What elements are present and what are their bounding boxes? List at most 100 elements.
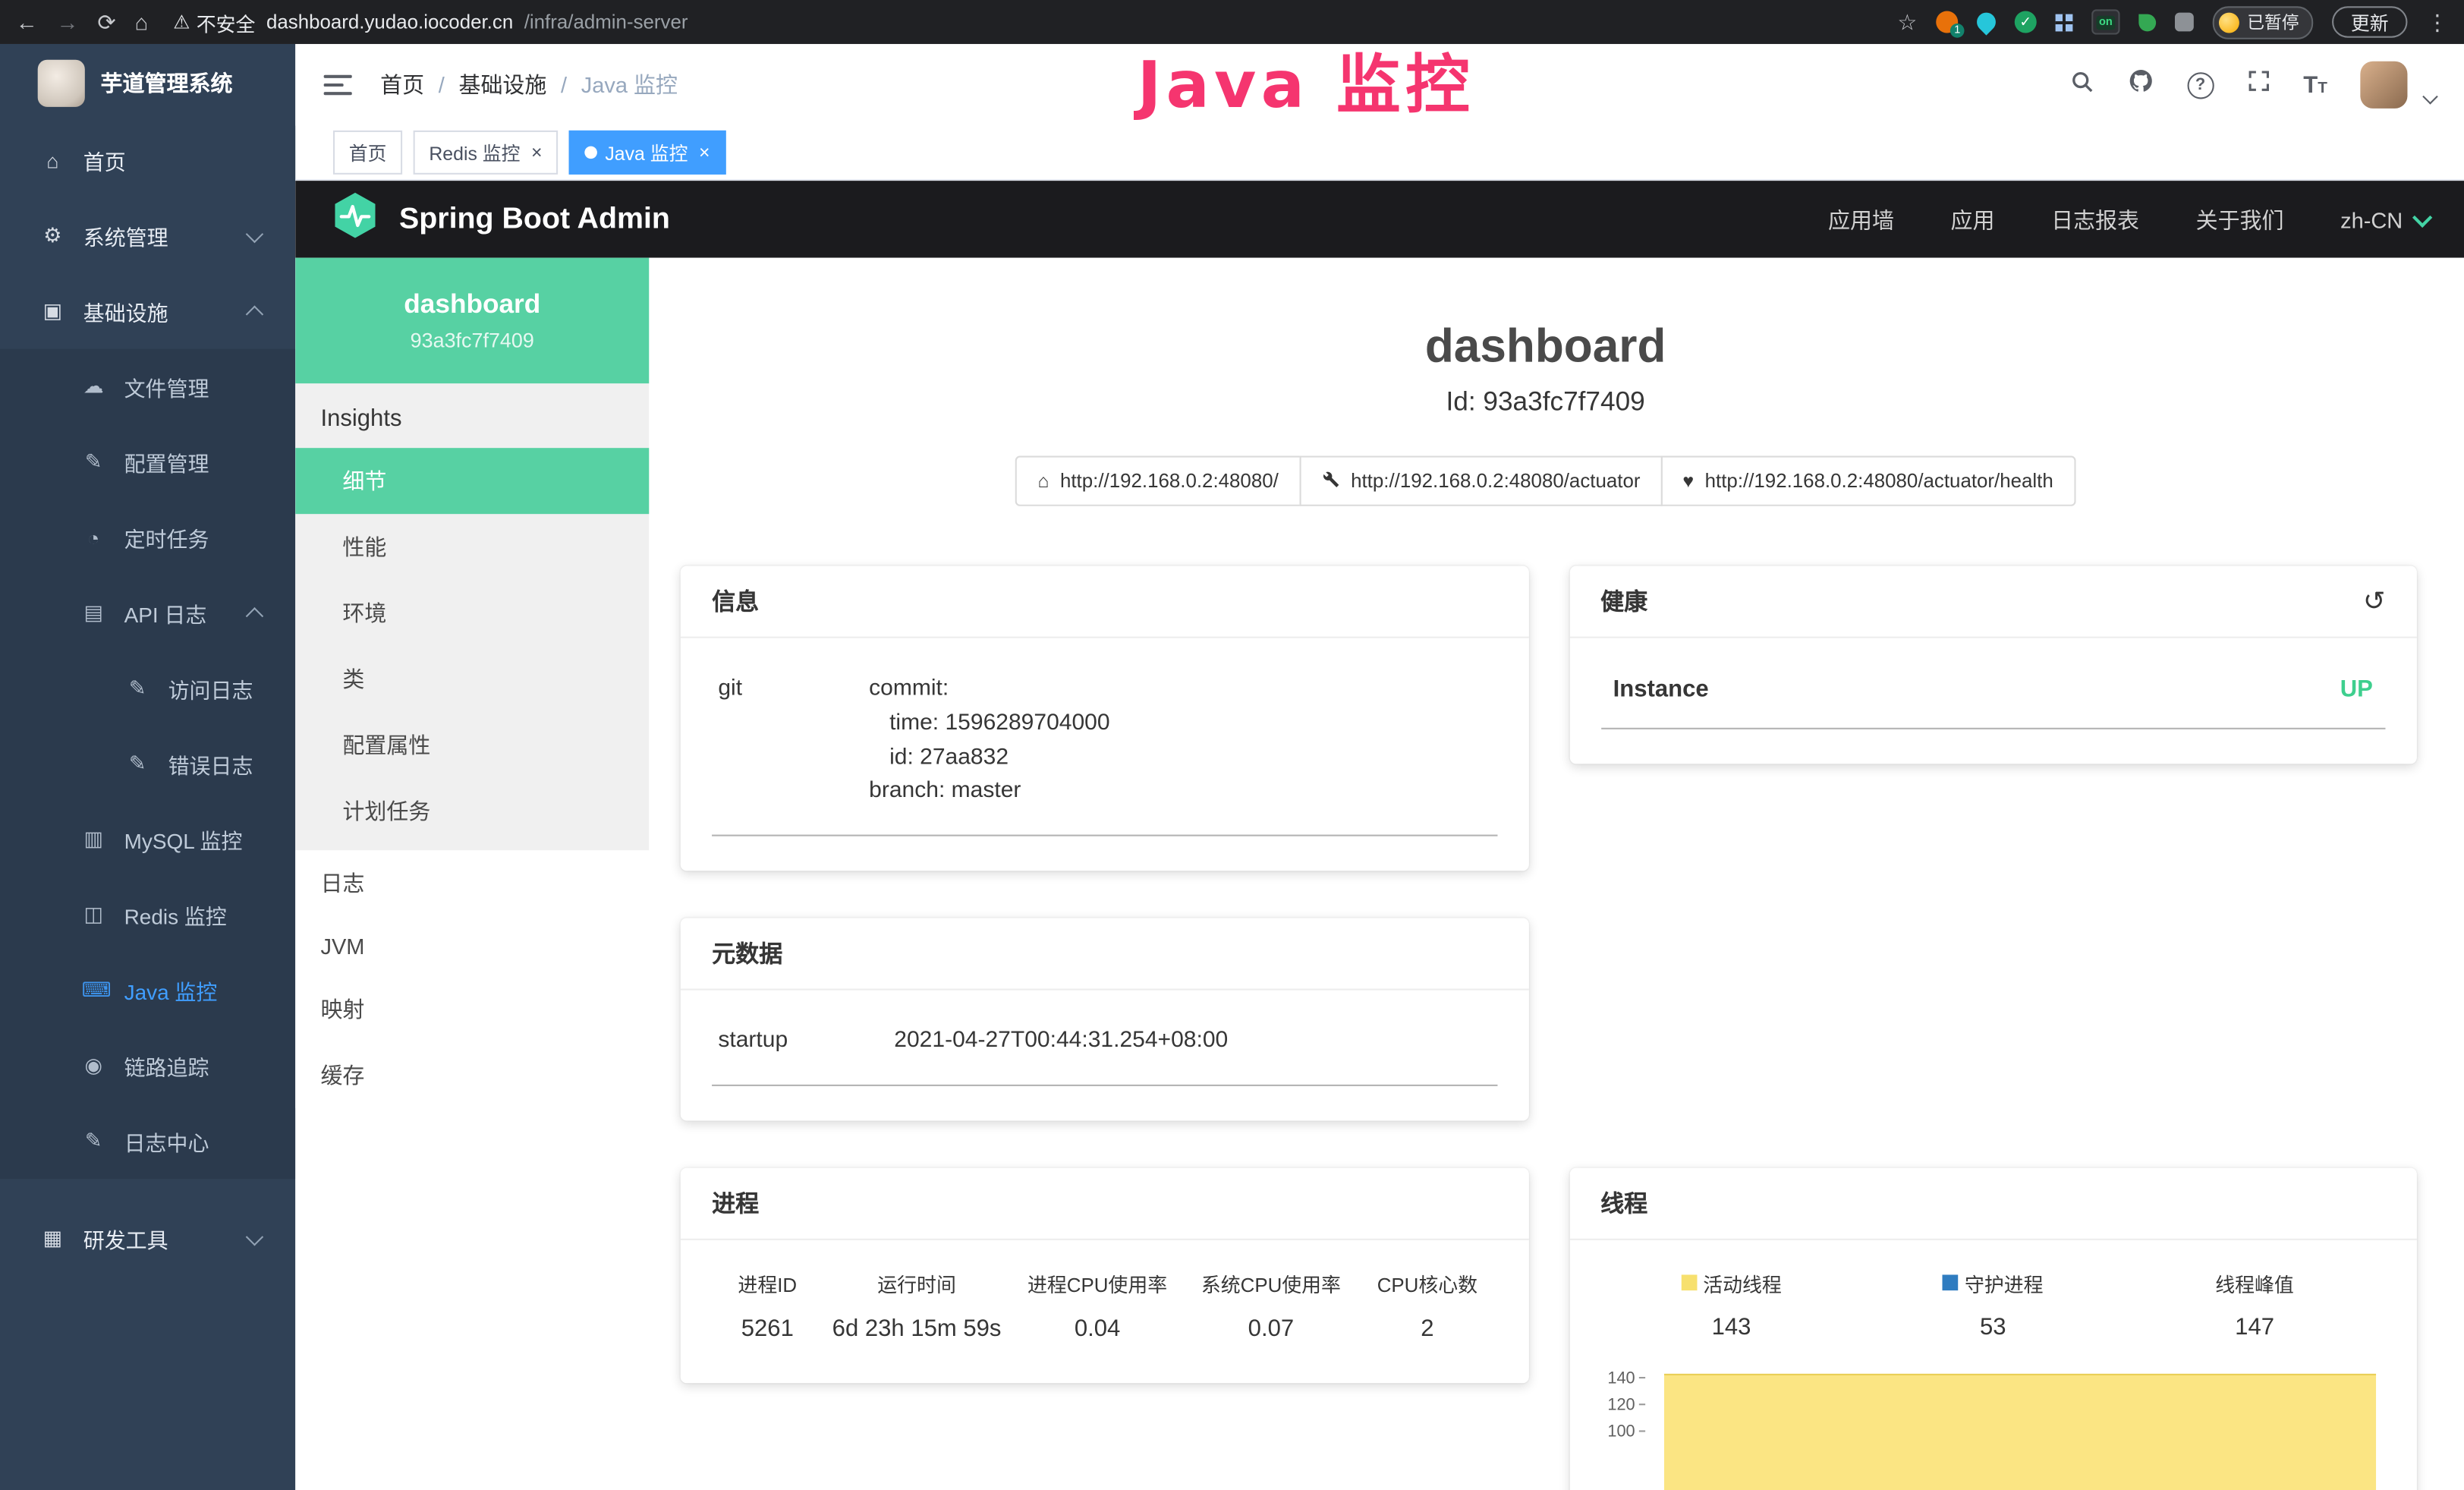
sba-menu-config-props[interactable]: 配置属性 [295, 712, 649, 778]
fullscreen-icon[interactable] [2247, 69, 2270, 100]
layers-icon: ◫ [82, 903, 105, 928]
metadata-key: startup [718, 1025, 894, 1059]
sba-nav-about[interactable]: 关于我们 [2196, 203, 2284, 235]
address-bar[interactable]: ⚠ 不安全 dashboard.yudao.iocoder.cn/infra/a… [173, 7, 688, 36]
back-icon[interactable]: ← [16, 11, 38, 33]
sidebar-toggle-icon[interactable] [324, 72, 352, 97]
legend-daemon-threads: 守护进程 53 [1862, 1268, 2124, 1340]
sidebar-submenu-infrastructure: ☁ 文件管理 ✎ 配置管理 ◔ 定时任务 ▤ API 日志 [0, 349, 295, 1179]
actuator-url-button[interactable]: http://192.168.0.2:48080/actuator [1299, 456, 1663, 506]
top-navbar: 首页 / 基础设施 / Java 监控 ? [295, 44, 2464, 126]
sidebar-item-redis-monitor[interactable]: ◫ Redis 监控 [0, 877, 295, 953]
page-title: dashboard [668, 320, 2423, 373]
reload-icon[interactable]: ⟳ [97, 11, 115, 33]
url-path: /infra/admin-server [524, 11, 688, 33]
sba-menu-jvm[interactable]: JVM [295, 916, 649, 976]
sidebar-item-tracing[interactable]: ◉ 链路追踪 [0, 1028, 295, 1103]
sidebar-item-access-logs[interactable]: ✎ 访问日志 [0, 650, 295, 726]
sba-nav-journal[interactable]: 日志报表 [2051, 203, 2139, 235]
help-icon[interactable]: ? [2187, 71, 2214, 98]
chrome-update-button[interactable]: 更新 [2332, 6, 2407, 37]
metadata-row-startup: startup 2021-04-27T00:44:31.254+08:00 [712, 1009, 1496, 1085]
bookmark-star-icon[interactable]: ☆ [1897, 11, 1917, 33]
tab-label: Java 监控 [605, 139, 688, 165]
forward-icon[interactable]: → [57, 11, 79, 33]
sidebar-item-infrastructure[interactable]: ▣ 基础设施 [0, 273, 295, 348]
sba-menu-performance[interactable]: 性能 [295, 514, 649, 580]
sidebar-item-label: Redis 监控 [124, 899, 227, 930]
warning-icon: ⚠ [173, 11, 190, 33]
sidebar-item-label: 研发工具 [83, 1223, 168, 1254]
sba-locale-select[interactable]: zh-CN [2340, 206, 2429, 232]
sba-menu-environment[interactable]: 环境 [295, 580, 649, 646]
breadcrumb-home[interactable]: 首页 [380, 69, 424, 100]
tab-java-monitor[interactable]: Java 监控 × [569, 131, 725, 175]
sidebar-item-scheduled-jobs[interactable]: ◔ 定时任务 [0, 500, 295, 575]
clock-icon: ◔ [82, 526, 105, 550]
tab-redis-monitor[interactable]: Redis 监控 × [414, 131, 559, 175]
service-url-button[interactable]: ⌂ http://192.168.0.2:48080/ [1015, 456, 1300, 506]
font-size-icon[interactable]: TT [2303, 73, 2327, 96]
link-label: http://192.168.0.2:48080/ [1060, 470, 1279, 492]
sidebar-item-config-mgmt[interactable]: ✎ 配置管理 [0, 424, 295, 499]
instance-links: ⌂ http://192.168.0.2:48080/ http://192.1… [668, 456, 2423, 506]
sidebar-item-dev-tools[interactable]: ▦ 研发工具 [0, 1201, 295, 1276]
sidebar-item-error-logs[interactable]: ✎ 错误日志 [0, 726, 295, 802]
sba-menu-classes[interactable]: 类 [295, 646, 649, 712]
sidebar-item-api-logs[interactable]: ▤ API 日志 [0, 575, 295, 650]
close-icon[interactable]: × [699, 141, 710, 163]
close-icon[interactable]: × [531, 141, 543, 163]
github-icon[interactable] [2127, 68, 2154, 102]
on-toggle-label: on [2096, 15, 2116, 30]
extension-icon-leaf[interactable] [2138, 14, 2156, 31]
tab-home[interactable]: 首页 [333, 131, 402, 175]
sba-instance-header[interactable]: dashboard 93a3fc7f7409 [295, 258, 649, 384]
sidebar-item-system-mgmt[interactable]: ⚙ 系统管理 [0, 198, 295, 273]
user-avatar[interactable] [2360, 61, 2407, 109]
sidebar-item-label: 链路追踪 [124, 1050, 209, 1081]
extension-icon-on-toggle[interactable]: on [2091, 9, 2119, 34]
extension-icon-teal[interactable] [1973, 8, 2000, 35]
extension-icon-green-check[interactable]: ✓ [2015, 11, 2037, 33]
sba-header: Spring Boot Admin 应用墙 应用 日志报表 关于我们 zh-CN [295, 181, 2464, 257]
extensions-puzzle-icon[interactable] [2175, 13, 2194, 32]
info-value: commit: time: 1596289704000 id: 27aa832 … [869, 673, 1490, 809]
sba-menu-mappings[interactable]: 映射 [295, 976, 649, 1042]
history-icon[interactable]: ↺ [2363, 587, 2386, 614]
edit-doc-icon: ✎ [82, 1129, 105, 1154]
chevron-down-icon [2412, 207, 2432, 227]
security-warning[interactable]: ⚠ 不安全 [173, 7, 255, 36]
sba-menu-logs[interactable]: 日志 [295, 850, 649, 916]
extensions-grid-icon[interactable] [2056, 14, 2073, 31]
browser-menu-icon[interactable]: ⋮ [2426, 11, 2448, 33]
health-instance-row[interactable]: Instance UP [1600, 657, 2385, 729]
sidebar-item-file-mgmt[interactable]: ☁ 文件管理 [0, 349, 295, 424]
extension-icon-orange[interactable]: 1 [1936, 11, 1958, 33]
instance-name: dashboard [404, 289, 540, 320]
search-icon[interactable] [2069, 68, 2094, 101]
home-button-icon[interactable]: ⌂ [135, 11, 149, 33]
heart-icon: ♥ [1682, 471, 1694, 490]
profile-paused-badge[interactable]: 已暂停 [2213, 5, 2314, 38]
sba-brand[interactable]: Spring Boot Admin [399, 202, 670, 237]
sba-nav-wallboard[interactable]: 应用墙 [1828, 203, 1894, 235]
sidebar-item-home[interactable]: ⌂ 首页 [0, 123, 295, 198]
breadcrumb-current: Java 监控 [581, 69, 678, 100]
security-label: 不安全 [197, 7, 256, 36]
sba-nav-applications[interactable]: 应用 [1951, 203, 1995, 235]
toolbox-icon: ▦ [41, 1226, 65, 1251]
sidebar-item-label: 日志中心 [124, 1126, 209, 1157]
blue-swatch-icon [1943, 1275, 1959, 1291]
health-url-button[interactable]: ♥ http://192.168.0.2:48080/actuator/heal… [1660, 456, 2075, 506]
sidebar-item-mysql-monitor[interactable]: ▥ MySQL 监控 [0, 802, 295, 877]
sba-menu-details[interactable]: 细节 [295, 448, 649, 514]
sidebar-item-java-monitor[interactable]: ⌨ Java 监控 [0, 953, 295, 1028]
sidebar-item-log-center[interactable]: ✎ 日志中心 [0, 1104, 295, 1179]
cloud-icon: ☁ [82, 374, 105, 399]
avatar-caret-icon[interactable] [2422, 88, 2437, 103]
eye-icon: ◉ [82, 1053, 105, 1078]
sba-menu-scheduled-tasks[interactable]: 计划任务 [295, 778, 649, 844]
card-title: 进程 [712, 1186, 759, 1219]
sba-menu-caches[interactable]: 缓存 [295, 1042, 649, 1108]
breadcrumb-infrastructure[interactable]: 基础设施 [458, 69, 546, 100]
